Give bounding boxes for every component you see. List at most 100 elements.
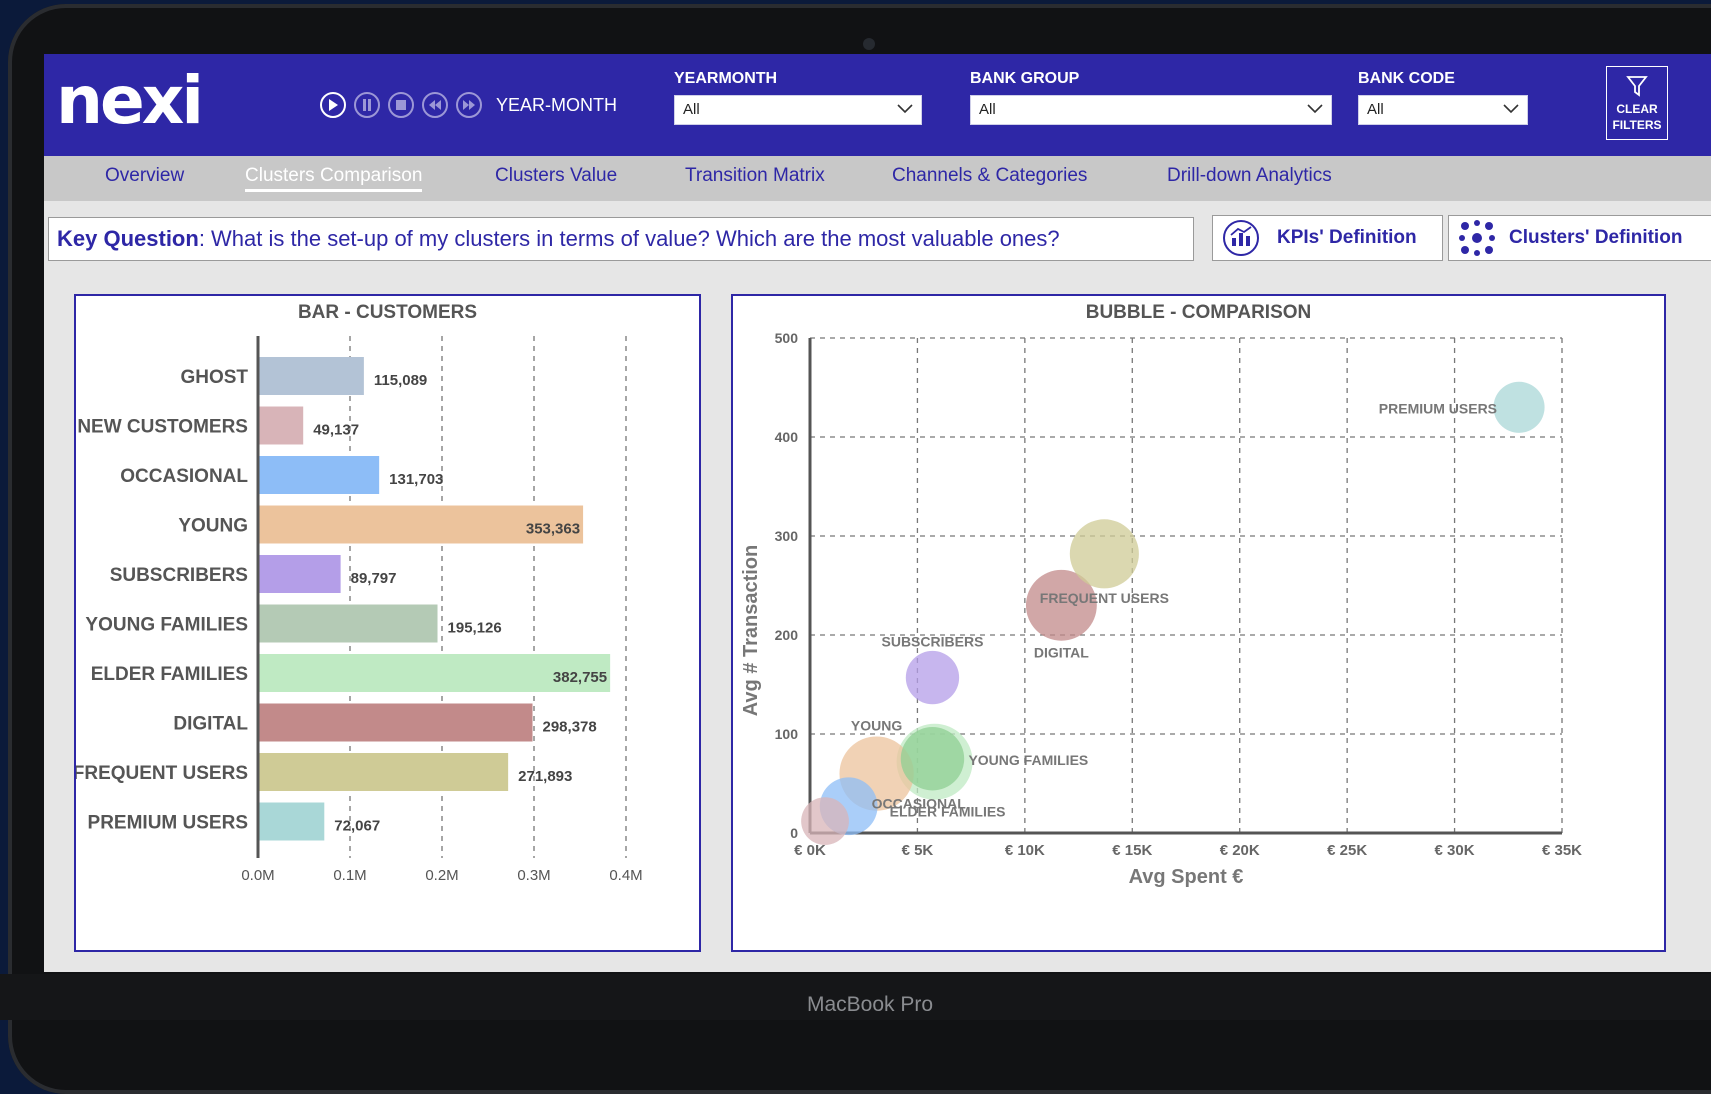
chevron-down-icon (897, 104, 913, 114)
bar-category-label: PREMIUM USERS (88, 813, 248, 834)
dashboard-screen: nexi YEAR-MONTH YEARMONTH All BANK GROUP… (44, 54, 1711, 972)
bubble-y-tick-label: 300 (775, 528, 799, 544)
filter-bank-group-label: BANK GROUP (970, 70, 1080, 87)
bubble-x-tick-label: € 20K (1220, 842, 1260, 859)
bar-category-label: GHOST (180, 367, 248, 388)
bar-x-tick-label: 0.2M (425, 867, 458, 884)
clear-filters-button[interactable]: CLEAR FILTERS (1606, 66, 1668, 140)
bubble-comparison-panel: BUBBLE - COMPARISON € 0K € 5K € 10K € 15K € … (731, 294, 1666, 952)
key-question-box: Key Question: What is the set-up of my c… (48, 217, 1194, 261)
bar-category-label: FREQUENT USERS (76, 763, 248, 784)
play-axis-label: YEAR-MONTH (496, 94, 617, 115)
pause-icon[interactable] (354, 92, 380, 118)
bubble-subscribers (905, 650, 960, 705)
bar-data-label: 195,126 (448, 620, 502, 637)
bar-data-label: 298,378 (543, 719, 597, 736)
bubble-label: YOUNG FAMILIES (968, 752, 1088, 768)
kpi-chart-icon (1223, 220, 1259, 256)
bar-subscribers (258, 555, 341, 593)
bar-ghost (258, 357, 364, 395)
bar-data-label: 72,067 (334, 818, 380, 835)
bar-category-label: YOUNG (178, 516, 248, 537)
chevron-down-icon (1307, 104, 1323, 114)
bubble-x-tick-label: € 25K (1327, 842, 1367, 859)
nexi-logo: nexi (56, 62, 204, 139)
filter-yearmonth-label: YEARMONTH (674, 70, 778, 87)
bubble-x-tick-label: € 30K (1435, 842, 1475, 859)
bubble-label: DIGITAL (1034, 644, 1089, 660)
bubble-label: PREMIUM USERS (1379, 400, 1497, 416)
tab-clusters-value[interactable]: Clusters Value (495, 165, 617, 187)
bar-category-label: SUBSCRIBERS (110, 565, 248, 586)
yearmonth-dropdown[interactable]: All (674, 95, 922, 125)
yearmonth-value: All (683, 101, 700, 118)
device-label: MacBook Pro (806, 993, 934, 1016)
bar-category-label: ELDER FAMILIES (91, 664, 248, 685)
bar-chart: 0.0M 0.1M 0.2M 0.3M 0.4M GHOST 115,089 NEW CUST… (76, 336, 643, 884)
kpis-definition-button[interactable]: KPIs' Definition (1212, 215, 1443, 261)
filter-bank-code-label: BANK CODE (1358, 70, 1455, 87)
stop-icon[interactable] (388, 92, 414, 118)
tab-transition-matrix[interactable]: Transition Matrix (685, 165, 825, 187)
tab-overview[interactable]: Overview (105, 165, 184, 187)
tab-clusters-comparison[interactable]: Clusters Comparison (245, 165, 423, 192)
bar-premium-users (258, 802, 325, 841)
cluster-network-icon (1459, 220, 1495, 256)
bar-x-tick-label: 0.1M (333, 867, 366, 884)
bar-category-label: NEW CUSTOMERS (77, 417, 248, 438)
bank-group-value: All (979, 101, 996, 118)
bubble-label: YOUNG (851, 718, 902, 734)
play-icon[interactable] (320, 92, 346, 118)
play-axis-controls: YEAR-MONTH (320, 92, 617, 118)
bar-category-label: DIGITAL (173, 714, 248, 735)
bar-data-label: 49,137 (313, 422, 359, 439)
funnel-icon (1626, 76, 1648, 97)
bank-code-dropdown[interactable]: All (1358, 95, 1528, 125)
bar-data-label: 382,755 (553, 669, 607, 686)
bubble-x-tick-label: € 15K (1112, 842, 1152, 859)
filter-yearmonth: YEARMONTH All (674, 70, 922, 125)
bubble-y-tick-label: 100 (775, 726, 799, 742)
bubble-young-families (900, 727, 965, 791)
chevron-down-icon (1503, 104, 1519, 114)
bubble-y-tick-label: 500 (775, 330, 799, 346)
bar-occasional (258, 456, 380, 494)
bank-code-value: All (1367, 101, 1384, 118)
bank-group-dropdown[interactable]: All (970, 95, 1332, 125)
tab-drill-down-analytics[interactable]: Drill-down Analytics (1167, 165, 1332, 187)
clusters-definition-label: Clusters' Definition (1509, 227, 1683, 248)
bubble-frequent-users (1069, 519, 1139, 589)
bubble-new-customers (801, 797, 849, 846)
bar-category-label: OCCASIONAL (120, 466, 248, 487)
next-icon[interactable] (456, 92, 482, 118)
camera-icon (863, 38, 875, 50)
bubble-x-tick-label: € 5K (902, 842, 934, 859)
bar-young-families (258, 604, 438, 643)
bubble-label: FREQUENT USERS (1040, 590, 1169, 606)
bar-data-label: 115,089 (374, 372, 427, 389)
bubble-y-tick-label: 0 (790, 825, 798, 841)
filter-bank-code: BANK CODE All (1358, 70, 1528, 125)
bubble-chart: € 0K € 5K € 10K € 15K € 20K € 25K € 30K € 35K01… (740, 330, 1582, 888)
bubble-premium-users (1493, 381, 1545, 433)
key-question-prefix: Key Question (57, 226, 199, 251)
tab-channels-categories[interactable]: Channels & Categories (892, 165, 1087, 187)
bubble-x-axis-title: Avg Spent € (1129, 866, 1244, 888)
clear-filters-label-2: FILTERS (1612, 118, 1662, 132)
previous-icon[interactable] (422, 92, 448, 118)
bar-data-label: 353,363 (526, 521, 580, 538)
bar-data-label: 89,797 (351, 570, 397, 587)
clusters-definition-button[interactable]: Clusters' Definition (1448, 215, 1711, 261)
bar-data-label: 271,893 (518, 768, 572, 785)
bubble-x-tick-label: € 35K (1542, 842, 1582, 859)
clear-filters-label-1: CLEAR (1616, 102, 1658, 116)
header-bar: nexi YEAR-MONTH YEARMONTH All BANK GROUP… (44, 54, 1711, 156)
bar-category-label: YOUNG FAMILIES (85, 615, 248, 636)
filter-bank-group: BANK GROUP All (970, 70, 1332, 125)
bar-frequent-users (258, 753, 509, 791)
bubble-label: OCCASIONAL (872, 795, 967, 811)
bar-x-tick-label: 0.3M (517, 867, 550, 884)
bar-data-label: 131,703 (389, 471, 443, 488)
bar-x-tick-label: 0.0M (241, 867, 274, 884)
key-question-text: : What is the set-up of my clusters in t… (198, 226, 1060, 251)
